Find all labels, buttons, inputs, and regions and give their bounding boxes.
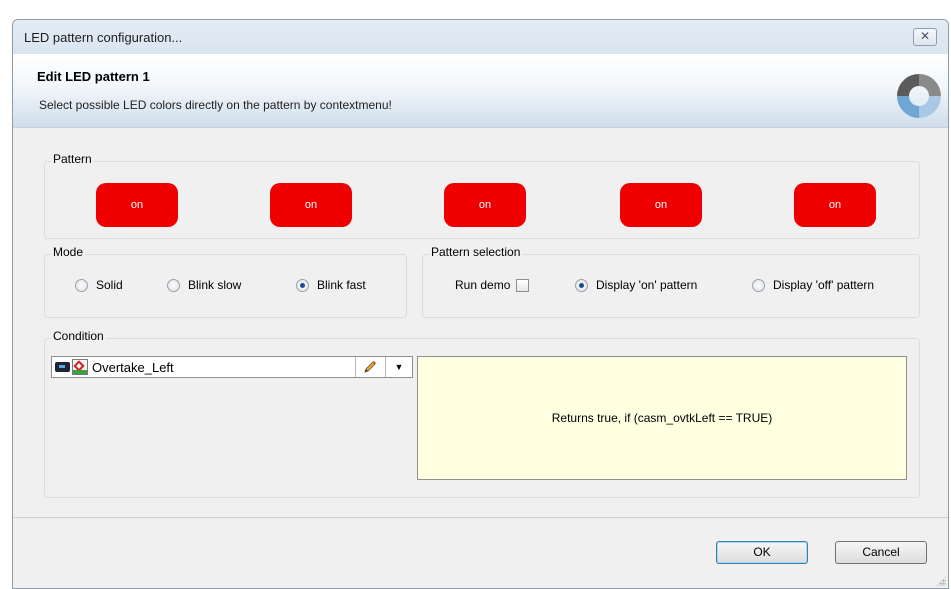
cancel-button[interactable]: Cancel [835, 541, 927, 564]
condition-combobox[interactable]: Overtake_Left ▼ [51, 356, 413, 378]
led-2[interactable]: on [270, 183, 352, 227]
pattern-selection-group-label: Pattern selection [429, 245, 523, 259]
run-demo-label: Run demo [455, 278, 511, 292]
mode-solid-radio[interactable]: Solid [75, 278, 123, 292]
led-1[interactable]: on [96, 183, 178, 227]
window-title: LED pattern configuration... [24, 30, 183, 45]
combo-separator [355, 357, 356, 377]
condition-group: Condition Overtake_Left ▼ Returns true, … [44, 329, 920, 498]
display-on-radio[interactable]: Display 'on' pattern [575, 278, 697, 292]
condition-description: Returns true, if (casm_ovtkLeft == TRUE) [417, 356, 907, 480]
mode-blink-slow-label: Blink slow [188, 278, 242, 292]
mode-blink-fast-label: Blink fast [317, 278, 366, 292]
close-button[interactable]: ✕ [913, 28, 937, 46]
app-logo-icon [897, 74, 941, 118]
footer-divider [13, 517, 948, 518]
resize-grip[interactable] [936, 576, 946, 586]
header-subtitle: Select possible LED colors directly on t… [39, 98, 392, 112]
signal-icon [55, 362, 70, 372]
mode-group-label: Mode [51, 245, 86, 259]
led-3[interactable]: on [444, 183, 526, 227]
close-icon: ✕ [919, 29, 931, 43]
display-off-radio[interactable]: Display 'off' pattern [752, 278, 874, 292]
radio-button-checked-icon [575, 278, 588, 292]
condition-icon [72, 359, 88, 375]
title-bar: LED pattern configuration... ✕ [13, 20, 948, 54]
chevron-down-icon[interactable]: ▼ [385, 357, 412, 377]
condition-value: Overtake_Left [92, 360, 174, 375]
led-5[interactable]: on [794, 183, 876, 227]
led-4[interactable]: on [620, 183, 702, 227]
header-title: Edit LED pattern 1 [37, 69, 150, 84]
pattern-group-label: Pattern [51, 152, 94, 166]
display-off-label: Display 'off' pattern [773, 278, 875, 292]
mode-solid-label: Solid [96, 278, 123, 292]
mode-blink-fast-radio[interactable]: Blink fast [296, 278, 366, 292]
run-demo-checkbox[interactable]: Run demo [455, 278, 530, 292]
mode-group: Mode Solid Blink slow Blink fast [44, 245, 407, 318]
display-on-label: Display 'on' pattern [596, 278, 698, 292]
checkbox-icon [516, 278, 530, 292]
condition-group-label: Condition [51, 329, 106, 343]
radio-button-icon [75, 278, 88, 292]
radio-button-checked-icon [296, 278, 309, 292]
condition-description-text: Returns true, if (casm_ovtkLeft == TRUE) [551, 411, 773, 425]
pattern-group: Pattern on on on on on [44, 152, 920, 239]
mode-blink-slow-radio[interactable]: Blink slow [167, 278, 241, 292]
pencil-icon[interactable] [362, 359, 378, 375]
dialog-header: Edit LED pattern 1 Select possible LED c… [13, 54, 948, 128]
pattern-selection-group: Pattern selection Run demo Display 'on' … [422, 245, 920, 318]
radio-button-icon [752, 278, 765, 292]
radio-button-icon [167, 278, 180, 292]
dialog-window: LED pattern configuration... ✕ Edit LED … [12, 19, 949, 589]
ok-button[interactable]: OK [716, 541, 808, 564]
